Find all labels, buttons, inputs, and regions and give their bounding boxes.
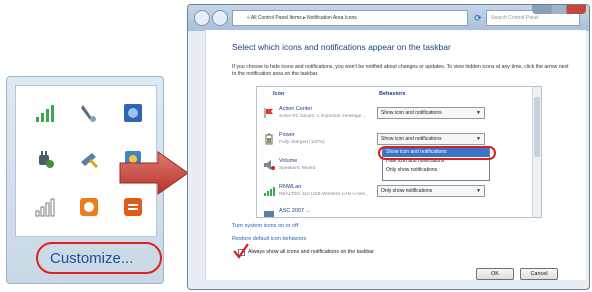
power-battery-icon xyxy=(265,133,273,145)
app-shield-icon[interactable] xyxy=(122,196,144,218)
chevron-down-icon: ▼ xyxy=(476,136,481,142)
list-scrollbar[interactable] xyxy=(532,87,541,217)
refresh-icon[interactable]: ⟳ xyxy=(471,11,485,25)
list-item: RNWLan REALTEK 11n USB Wireless LAN U-se… xyxy=(263,183,535,205)
address-bar[interactable]: « All Control Panel Items ▸ Notification… xyxy=(232,10,468,26)
signal-bars-icon[interactable] xyxy=(34,196,56,218)
behavior-dropdown[interactable]: Only show notifications ▼ xyxy=(377,185,485,197)
item-status: Speakers: Muted xyxy=(279,166,316,171)
page-description: If you choose to hide icons and notifica… xyxy=(232,64,569,77)
remove-device-icon[interactable] xyxy=(78,148,100,170)
highlight-oval xyxy=(378,146,496,160)
item-name: Action Center xyxy=(279,106,313,112)
customize-label: Customize... xyxy=(50,250,134,267)
customize-link[interactable]: Customize... xyxy=(36,242,162,274)
chevron-down-icon: ▼ xyxy=(476,188,481,194)
dropdown-value: Show icon and notifications xyxy=(381,110,442,116)
action-center-flag-icon xyxy=(264,108,273,118)
system-icons-link[interactable]: Turn system icons on or off xyxy=(232,223,298,229)
column-header-behaviors: Behaviors xyxy=(379,91,406,97)
behavior-dropdown[interactable]: Show icon and notifications ▼ xyxy=(377,107,485,119)
forward-button[interactable] xyxy=(212,10,228,26)
cancel-button[interactable]: Cancel xyxy=(520,268,558,280)
volume-speaker-icon xyxy=(264,160,275,170)
ok-button[interactable]: OK xyxy=(476,268,514,280)
restore-defaults-link[interactable]: Restore default icon behaviors xyxy=(232,236,306,242)
list-item: ASC 2007 ... xyxy=(263,207,535,217)
scrollbar-thumb[interactable] xyxy=(534,97,540,157)
app-generic-icon xyxy=(264,211,274,217)
always-show-label: Always show all icons and notifications … xyxy=(248,249,375,255)
item-name: Power xyxy=(279,132,295,138)
wireless-lan-icon xyxy=(264,187,275,196)
step-arrow-icon xyxy=(119,151,189,195)
dropdown-value: Show icon and notifications xyxy=(381,136,442,142)
power-plug-icon[interactable] xyxy=(34,148,56,170)
item-status: Fully charged (100%) xyxy=(279,140,325,145)
wifi-signal-icon[interactable] xyxy=(34,102,56,124)
item-name: Volume xyxy=(279,158,298,164)
list-item: Action Center Solve PC issues: 1 importa… xyxy=(263,105,535,127)
item-name: ASC 2007 ... xyxy=(279,208,311,214)
item-status: REALTEK 11n USB Wireless LAN U-sen... xyxy=(279,192,370,197)
window-controls[interactable] xyxy=(532,5,586,14)
column-header-icon: Icon xyxy=(273,91,285,97)
back-button[interactable] xyxy=(194,10,210,26)
item-status: Solve PC issues: 1 important message ... xyxy=(279,114,367,119)
messenger-icon[interactable] xyxy=(78,196,100,218)
title-bar: « All Control Panel Items ▸ Notification… xyxy=(188,5,589,31)
chevron-down-icon: ▼ xyxy=(476,110,481,116)
behavior-dropdown[interactable]: Show icon and notifications ▼ xyxy=(377,133,485,145)
pen-tablet-icon[interactable] xyxy=(78,102,100,124)
dropdown-value: Only show notifications xyxy=(381,188,433,194)
page-title: Select which icons and notifications app… xyxy=(232,42,451,52)
item-name: RNWLan xyxy=(279,184,302,190)
network-app-icon[interactable] xyxy=(122,102,144,124)
dropdown-option[interactable]: Only show notifications xyxy=(383,166,489,175)
